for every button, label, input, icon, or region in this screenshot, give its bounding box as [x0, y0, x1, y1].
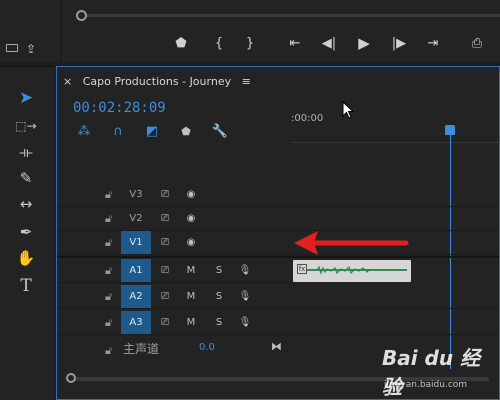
lock-icon[interactable]: 🔓︎: [105, 264, 112, 278]
eye-icon[interactable]: ◉: [183, 187, 199, 201]
track-select-tool-icon[interactable]: ⬚→: [12, 113, 40, 139]
track-header-a1: 🔓︎ A1 ⎚ M S 🎙︎: [57, 259, 291, 283]
go-to-out-icon[interactable]: ⇥: [423, 34, 443, 52]
export-frame-icon[interactable]: [6, 44, 18, 52]
mark-in-icon[interactable]: {: [209, 34, 229, 52]
mute-button[interactable]: M: [183, 263, 199, 277]
track-name[interactable]: A2: [121, 285, 151, 308]
hand-tool-icon[interactable]: ✋: [12, 245, 40, 271]
solo-button[interactable]: S: [211, 263, 227, 277]
master-lock-icon[interactable]: 🔓︎: [105, 344, 112, 358]
settings-wrench-icon[interactable]: 🔧: [211, 123, 229, 139]
sync-lock-icon[interactable]: ⎚: [157, 289, 173, 303]
program-monitor-controls: [62, 0, 500, 63]
timeline-zoom-handle[interactable]: [66, 373, 76, 383]
lock-icon[interactable]: 🔓︎: [105, 188, 112, 202]
lock-icon[interactable]: 🔓︎: [105, 316, 112, 330]
track-area-v3[interactable]: [291, 183, 499, 207]
audio-clip[interactable]: fx: [293, 260, 411, 282]
track-header-a2: 🔓︎ A2 ⎚ M S 🎙︎: [57, 285, 291, 309]
selection-tool-icon[interactable]: ➤: [12, 85, 40, 111]
linked-selection-icon[interactable]: ◩: [143, 123, 161, 139]
track-header-a3: 🔓︎ A3 ⎚ M S 🎙︎: [57, 311, 291, 335]
track-name[interactable]: V3: [121, 183, 151, 206]
lock-icon[interactable]: 🔓︎: [105, 212, 112, 226]
watermark-url: jingyan.baidu.com: [384, 380, 468, 390]
track-name[interactable]: V1: [121, 231, 151, 254]
close-icon[interactable]: ×: [63, 75, 72, 88]
add-marker-icon[interactable]: ⬟: [171, 34, 191, 52]
monitor-scrub-bar[interactable]: [80, 14, 500, 17]
export-frame-button-icon[interactable]: ⎙: [467, 34, 487, 52]
razor-tool-icon[interactable]: ✎: [12, 165, 40, 191]
watermark-logo: Bai du 经验: [382, 346, 481, 399]
sync-lock-icon[interactable]: ⎚: [157, 315, 173, 329]
annotation-arrow-icon: [294, 231, 409, 255]
mark-out-icon[interactable]: }: [240, 34, 260, 52]
sync-lock-icon[interactable]: ⎚: [157, 211, 173, 225]
microphone-icon[interactable]: 🎙︎: [237, 263, 253, 277]
master-track-label: 主声道: [123, 342, 160, 356]
track-header-v2: 🔓︎ V2 ⎚ ◉: [57, 207, 291, 231]
add-marker-icon-timeline[interactable]: ⬟: [177, 123, 195, 139]
step-forward-icon[interactable]: |▶: [389, 34, 409, 52]
track-area-a2[interactable]: [291, 285, 499, 309]
nest-sequence-icon[interactable]: ⁂: [75, 123, 93, 139]
solo-button[interactable]: S: [211, 315, 227, 329]
type-tool-icon[interactable]: T: [12, 273, 40, 299]
go-to-end-icon[interactable]: ⧓: [271, 340, 282, 353]
track-header-v3: 🔓︎ V3 ⎚ ◉: [57, 183, 291, 207]
video-audio-divider: [57, 256, 499, 258]
ripple-edit-tool-icon[interactable]: ⟛: [12, 139, 40, 165]
top-left-panel: ⇪: [0, 0, 60, 63]
tools-panel: ➤ ⬚→ ⟛ ✎ ↔ ✒ ✋ T: [0, 66, 54, 400]
playhead-timecode[interactable]: 00:02:28:09: [73, 100, 166, 116]
sequence-title: Capo Productions - Journey: [82, 75, 232, 88]
solo-button[interactable]: S: [211, 289, 227, 303]
track-name[interactable]: A3: [121, 311, 151, 334]
track-area-a3[interactable]: [291, 311, 499, 335]
step-back-icon[interactable]: ◀|: [319, 34, 339, 52]
go-to-in-icon[interactable]: ⇤: [285, 34, 305, 52]
share-icon[interactable]: ⇪: [26, 42, 36, 56]
track-name[interactable]: A1: [121, 259, 151, 282]
slip-tool-icon[interactable]: ↔: [12, 191, 40, 217]
sync-lock-icon[interactable]: ⎚: [157, 187, 173, 201]
fx-badge-icon: fx: [297, 264, 307, 274]
panel-menu-icon[interactable]: ≡: [242, 75, 251, 88]
lock-icon[interactable]: 🔓︎: [105, 290, 112, 304]
track-header-v1: 🔓︎ V1 ⎚ ◉: [57, 231, 291, 255]
monitor-scrub-handle[interactable]: [76, 10, 87, 21]
microphone-icon[interactable]: 🎙︎: [237, 315, 253, 329]
time-ruler[interactable]: [291, 133, 499, 143]
play-icon[interactable]: ▶: [354, 34, 374, 52]
mute-button[interactable]: M: [183, 315, 199, 329]
ruler-time-label: :00:00: [291, 113, 324, 124]
audio-waveform: [307, 265, 407, 275]
snap-icon[interactable]: ∩: [109, 123, 127, 139]
sync-lock-icon[interactable]: ⎚: [157, 235, 173, 249]
microphone-icon[interactable]: 🎙︎: [237, 289, 253, 303]
mute-button[interactable]: M: [183, 289, 199, 303]
master-volume-value[interactable]: 0.0: [199, 342, 215, 353]
mouse-cursor-icon: [342, 101, 354, 119]
timeline-tab[interactable]: × Capo Productions - Journey ≡: [63, 75, 251, 88]
sync-lock-icon[interactable]: ⎚: [157, 263, 173, 277]
eye-icon[interactable]: ◉: [183, 235, 199, 249]
eye-icon[interactable]: ◉: [183, 211, 199, 225]
lock-icon[interactable]: 🔓︎: [105, 236, 112, 250]
track-name[interactable]: V2: [121, 207, 151, 230]
pen-tool-icon[interactable]: ✒: [12, 219, 40, 245]
